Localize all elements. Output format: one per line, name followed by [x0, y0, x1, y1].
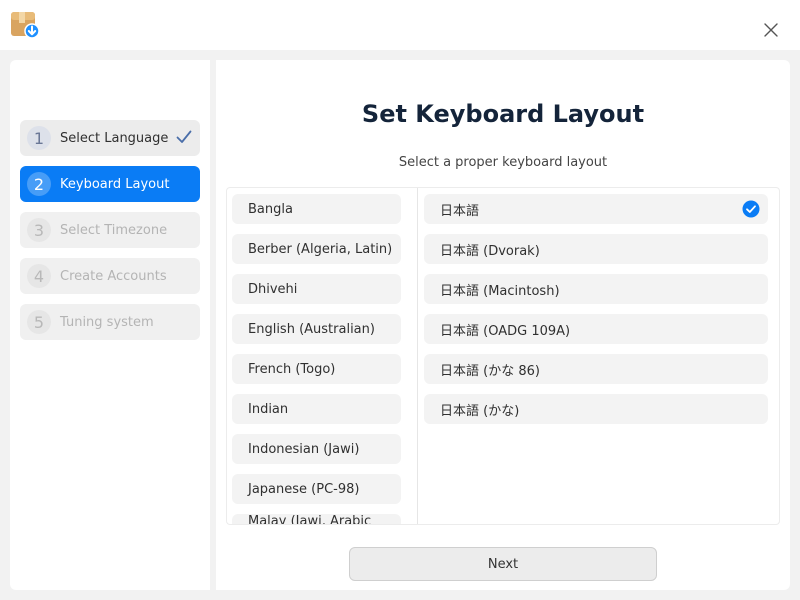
layout-list[interactable]: Bangla Berber (Algeria, Latin) Dhivehi E… — [227, 188, 417, 524]
step-label: Tuning system — [60, 314, 154, 330]
step-number: 1 — [27, 126, 51, 150]
page-title: Set Keyboard Layout — [361, 100, 645, 128]
main-panel: Set Keyboard Layout Select a proper keyb… — [216, 60, 790, 590]
variant-item[interactable]: 日本語 (Macintosh) — [424, 274, 768, 304]
selected-check-icon — [742, 200, 760, 218]
layout-item[interactable]: English (Australian) — [232, 314, 401, 344]
step-number: 5 — [27, 310, 51, 334]
layout-item[interactable]: Berber (Algeria, Latin) — [232, 234, 401, 264]
step-label: Keyboard Layout — [60, 176, 170, 192]
step-keyboard-layout: 2 Keyboard Layout — [20, 166, 200, 202]
layout-item[interactable]: Malay (Jawi, Arabic Keyboard) — [232, 514, 401, 524]
variant-label: 日本語 — [440, 203, 480, 219]
step-number: 2 — [27, 172, 51, 196]
step-select-language: 1 Select Language — [20, 120, 200, 156]
step-select-timezone: 3 Select Timezone — [20, 212, 200, 248]
step-label: Select Language — [60, 130, 169, 146]
variant-item-selected[interactable]: 日本語 — [424, 194, 768, 224]
close-button[interactable] — [758, 17, 784, 43]
keyboard-lists: Bangla Berber (Algeria, Latin) Dhivehi E… — [226, 187, 780, 525]
step-label: Create Accounts — [60, 268, 167, 284]
step-label: Select Timezone — [60, 222, 168, 238]
step-number: 4 — [27, 264, 51, 288]
variant-item[interactable]: 日本語 (OADG 109A) — [424, 314, 768, 344]
step-create-accounts: 4 Create Accounts — [20, 258, 200, 294]
next-button[interactable]: Next — [349, 547, 657, 581]
title-bar — [0, 0, 800, 50]
installer-package-icon — [10, 10, 40, 40]
layout-item[interactable]: Japanese (PC-98) — [232, 474, 401, 504]
checkmark-icon — [176, 130, 192, 143]
step-number: 3 — [27, 218, 51, 242]
page-subtitle: Select a proper keyboard layout — [398, 155, 608, 170]
layout-item[interactable]: Dhivehi — [232, 274, 401, 304]
step-tuning-system: 5 Tuning system — [20, 304, 200, 340]
variant-item[interactable]: 日本語 (Dvorak) — [424, 234, 768, 264]
variant-list[interactable]: 日本語 日本語 (Dvorak) 日本語 (Macintosh) 日本語 (OA… — [418, 188, 779, 524]
variant-item[interactable]: 日本語 (かな 86) — [424, 354, 768, 384]
variant-item[interactable]: 日本語 (かな) — [424, 394, 768, 424]
layout-item[interactable]: Indian — [232, 394, 401, 424]
close-icon — [764, 23, 778, 37]
layout-item[interactable]: Bangla — [232, 194, 401, 224]
layout-item[interactable]: French (Togo) — [232, 354, 401, 384]
steps-sidebar: 1 Select Language 2 Keyboard Layout 3 Se… — [10, 60, 210, 590]
layout-item[interactable]: Indonesian (Jawi) — [232, 434, 401, 464]
